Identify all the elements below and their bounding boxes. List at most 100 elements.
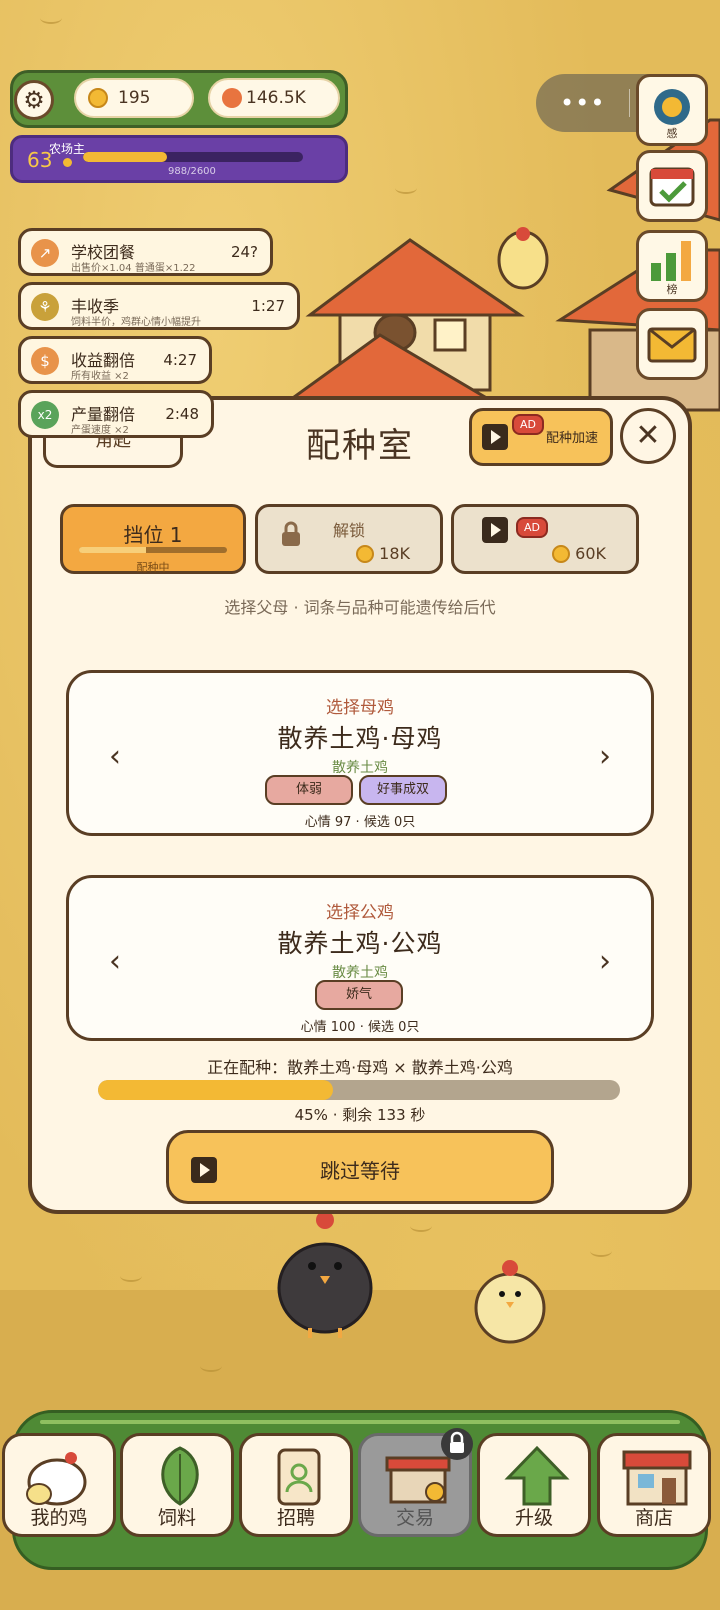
leaderboard-button[interactable]: 榜 [636,230,708,302]
buff-chip[interactable]: ↗ 学校团餐 出售价×1.04 普通蛋×1.22 24? [18,228,273,276]
buff-desc: 饲料半价，鸡群心情小幅提升 [71,317,201,328]
rooster-stats: 心情 100 · 候选 0只 [300,1020,420,1035]
ad-badge: AD [512,414,544,435]
speedup-label: 配种加速 [546,431,599,446]
skip-wait-button[interactable]: 跳过等待 [166,1130,554,1204]
hen-name: 散养土鸡·母鸡 [277,724,443,753]
next-hen-arrow-icon[interactable]: › [599,739,611,774]
coop-house-illustration [290,227,549,400]
grass-tuft [200,1360,222,1372]
next-rooster-arrow-icon[interactable]: › [599,944,611,979]
grass-tuft [120,1270,142,1282]
calendar-check-icon [649,167,695,207]
more-menu-icon[interactable]: ••• [560,89,605,117]
buff-timer: 4:27 [163,351,197,369]
grass-tuft [590,1245,612,1257]
nav-my-chickens[interactable]: 我的鸡 [2,1433,116,1537]
dollar-icon: $ [31,347,59,375]
breeding-progress-track [98,1080,620,1100]
buff-desc: 出售价×1.04 普通蛋×1.22 [71,263,196,274]
rooster-breed: 散养土鸡 [332,965,388,981]
coin-icon [356,545,375,563]
achievement-button[interactable]: 感 [636,74,708,146]
nav-shop[interactable]: 商店 [597,1433,711,1537]
leaf-icon [161,1446,199,1506]
hen-breed: 散养土鸡 [332,760,388,776]
gem-counter[interactable]: 146.5K [208,78,340,118]
breeding-progress-fill [98,1080,333,1100]
buff-desc: 所有收益 ×2 [71,371,129,382]
chicken-icon [26,1452,87,1506]
breeding-hint: 选择父母 · 词条与品种可能遗传给后代 [224,598,496,617]
trend-up-icon: ↗ [31,239,59,267]
grass-tuft [395,182,417,194]
nav-label: 饲料 [157,1507,196,1529]
xp-track [83,152,303,162]
nav-feed[interactable]: 饲料 [120,1433,234,1537]
trait-badge: 娇气 [315,980,403,1010]
hen-stats: 心情 97 · 候选 0只 [304,815,416,830]
mail-button[interactable] [636,308,708,380]
slot-progress-track [79,547,227,553]
close-panel-button[interactable]: ✕ [620,408,676,464]
breeding-slot-2-locked[interactable]: 解锁 18K [255,504,443,574]
slot-progress-fill [79,547,146,553]
achievement-label: 感 [666,127,678,140]
nav-label: 我的鸡 [30,1507,88,1529]
breeding-status: 正在配种：散养土鸡·母鸡 × 散养土鸡·公鸡 [207,1058,513,1077]
coin-counter[interactable]: 195 [74,78,194,118]
coin-amount: 195 [118,88,151,108]
hen-selector-card: 选择母鸡 散养土鸡·母鸡 散养土鸡 ‹ › 体弱 好事成双 心情 97 · 候选… [66,670,654,836]
recruit-badge-icon [277,1448,321,1506]
unlock-label: 解锁 [332,521,365,540]
daily-checkin-button[interactable] [636,150,708,222]
buff-chip[interactable]: $ 收益翻倍 所有收益 ×2 4:27 [18,336,212,384]
buff-timer: 24? [230,243,258,261]
capsule-divider [629,89,631,117]
nav-trade[interactable]: 交易 [358,1428,473,1537]
rooster-selector-card: 选择公鸡 散养土鸡·公鸡 散养土鸡 ‹ › 娇气 心情 100 · 候选 0只 [66,875,654,1041]
gem-amount: 146.5K [246,88,306,108]
unlock-price: 18K [356,543,410,563]
nav-label: 交易 [395,1507,434,1529]
buff-chip[interactable]: ⚘ 丰收季 饲料半价，鸡群心情小幅提升 1:27 [18,282,300,330]
unlock-price-value: 18K [379,543,410,563]
prev-hen-arrow-icon[interactable]: ‹ [109,739,121,774]
breeding-slot-3-ad[interactable]: AD 60K [451,504,639,574]
mail-icon [647,327,697,363]
breeding-progress-text: 45% · 剩余 133 秒 [294,1106,426,1124]
play-video-icon [482,424,508,450]
egg-currency-icon [222,88,242,108]
level-dot-icon [63,158,72,167]
coin-icon [552,545,571,563]
rooster-selector-heading: 选择公鸡 [326,903,394,923]
nav-label: 商店 [634,1507,673,1529]
trait-badge: 好事成双 [359,775,447,805]
hen-illustration-dark [277,1211,373,1338]
settings-gear-icon[interactable]: ⚙ [14,80,54,120]
breed-speedup-button[interactable]: AD 配种加速 [469,408,613,466]
grass-tuft [40,12,62,24]
skip-wait-label: 跳过等待 [320,1159,400,1183]
slot-price-value: 60K [575,543,606,563]
buff-timer: 1:27 [251,297,285,315]
hen-selector-heading: 选择母鸡 [326,698,394,718]
grass-tuft [410,1220,432,1232]
prev-rooster-arrow-icon[interactable]: ‹ [109,944,121,979]
wheat-icon: ⚘ [31,293,59,321]
up-arrow-icon [504,1445,570,1506]
nav-recruit[interactable]: 招聘 [239,1433,353,1537]
lock-icon [441,1428,473,1460]
breeding-slot-1[interactable]: 挡位 1 配种中 [60,504,246,574]
player-title: 农场主 [49,142,86,156]
leaderboard-label: 榜 [666,283,678,296]
play-video-icon [482,517,508,543]
player-level-bar[interactable]: 63 农场主 988/2600 [10,135,348,183]
rooster-name: 散养土鸡·公鸡 [277,929,443,958]
chick-illustration [474,1260,546,1344]
slot-price: 60K [552,543,606,563]
nav-upgrade[interactable]: 升级 [477,1433,591,1537]
xp-count: 988/2600 [168,166,216,177]
shop-icon [622,1450,692,1506]
slot-label: 挡位 1 [123,523,183,547]
